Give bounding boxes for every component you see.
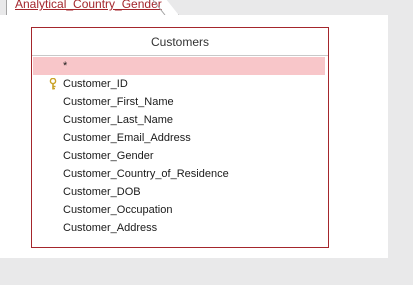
- field-label: Customer_Occupation: [63, 204, 173, 216]
- field-label: Customer_DOB: [63, 186, 141, 198]
- document-tab-label: Analytical_Country_Gender: [15, 0, 162, 11]
- field-row-customer-first-name[interactable]: Customer_First_Name: [32, 93, 328, 111]
- field-row-customer-country-of-residence[interactable]: Customer_Country_of_Residence: [32, 165, 328, 183]
- field-row-customer-id[interactable]: Customer_ID: [32, 75, 328, 93]
- field-row-all[interactable]: *: [33, 57, 325, 75]
- field-row-customer-email-address[interactable]: Customer_Email_Address: [32, 129, 328, 147]
- field-label: Customer_First_Name: [63, 96, 174, 108]
- field-label: Customer_Email_Address: [63, 132, 191, 144]
- field-row-customer-gender[interactable]: Customer_Gender: [32, 147, 328, 165]
- field-label: Customer_Gender: [63, 150, 154, 162]
- table-title[interactable]: Customers: [32, 28, 328, 54]
- field-label: Customer_Last_Name: [63, 114, 174, 126]
- field-label: *: [63, 60, 68, 72]
- field-row-customer-dob[interactable]: Customer_DOB: [32, 183, 328, 201]
- field-row-customer-occupation[interactable]: Customer_Occupation: [32, 201, 328, 219]
- tab-edge: [152, 0, 166, 15]
- key-icon: [49, 78, 57, 90]
- field-list: * Customer_ID Customer_First_Name Custom…: [32, 57, 328, 237]
- field-label: Customer_Address: [63, 222, 158, 234]
- title-divider: [32, 55, 328, 56]
- field-row-customer-address[interactable]: Customer_Address: [32, 219, 328, 237]
- field-label: Customer_ID: [63, 78, 128, 90]
- design-surface-margin-bottom: [0, 258, 413, 285]
- query-design-canvas: Analytical_Country_Gender Customers * Cu…: [0, 0, 413, 285]
- table-field-list-customers[interactable]: Customers * Customer_ID Customer_First_N…: [31, 27, 329, 248]
- field-row-customer-last-name[interactable]: Customer_Last_Name: [32, 111, 328, 129]
- design-surface-margin-right: [388, 15, 413, 285]
- field-label: Customer_Country_of_Residence: [63, 168, 229, 180]
